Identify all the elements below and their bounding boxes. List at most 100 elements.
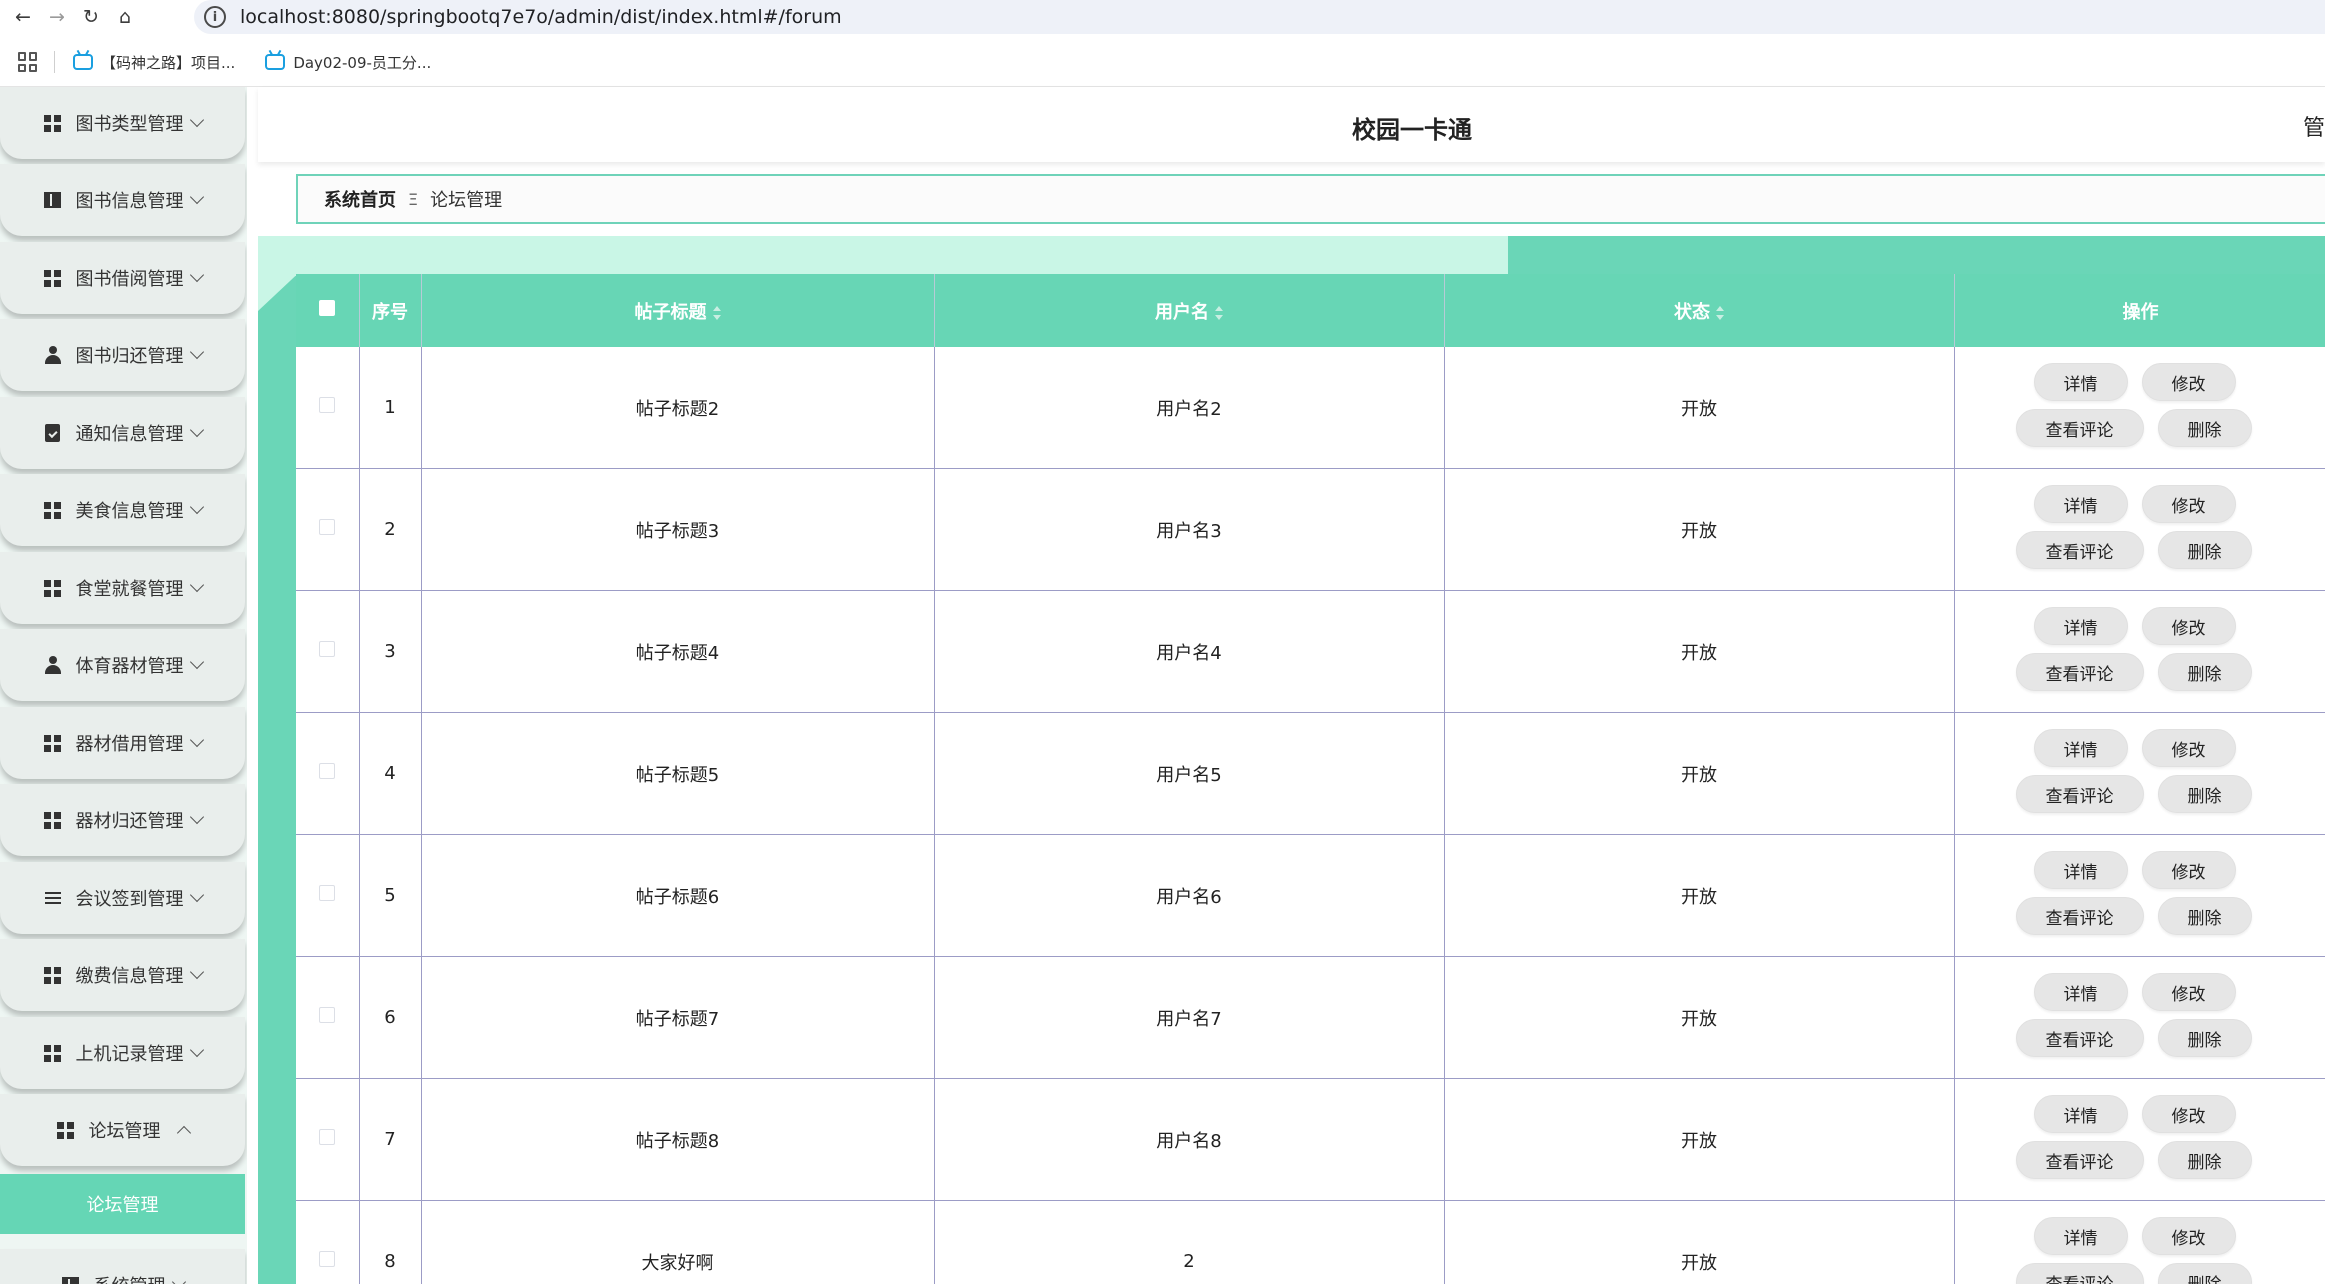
row-select-cell (296, 956, 360, 1079)
view-comments-button[interactable]: 查看评论 (2015, 1263, 2144, 1284)
delete-button[interactable]: 删除 (2157, 531, 2252, 569)
detail-button[interactable]: 详情 (2033, 851, 2128, 889)
user-menu-label[interactable]: 管 (2303, 110, 2325, 142)
sidebar-item-payment[interactable]: 缴费信息管理 (0, 939, 245, 1011)
cell-status: 开放 (1444, 956, 1955, 1079)
site-title: 校园一卡通 (1352, 116, 1472, 144)
sort-icon[interactable] (1716, 305, 1724, 320)
sidebar-item-book-return[interactable]: 图书归还管理 (0, 319, 245, 391)
bookmark-item[interactable]: Day02-09-员工分... (265, 52, 431, 73)
cell-title: 帖子标题7 (421, 956, 935, 1079)
row-checkbox[interactable] (319, 397, 336, 413)
view-comments-button[interactable]: 查看评论 (2015, 775, 2144, 813)
delete-button[interactable]: 删除 (2157, 1019, 2252, 1057)
sidebar-item-book-type[interactable]: 图书类型管理 (0, 87, 245, 159)
sidebar-item-book-info[interactable]: 图书信息管理 (0, 164, 245, 236)
back-icon[interactable]: ← (12, 6, 34, 28)
row-select-cell (296, 468, 360, 591)
view-comments-button[interactable]: 查看评论 (2015, 653, 2144, 691)
sidebar-item-book-borrow[interactable]: 图书借阅管理 (0, 242, 245, 314)
bilibili-icon (265, 54, 286, 70)
forum-table: 序号 帖子标题 用户名 状态 操作 1 帖子标题2 用户名2 开放 详情 修改 查看评论 删除… (296, 274, 2325, 1284)
row-select-cell (296, 712, 360, 835)
sidebar-item-label: 系统管理 (94, 1272, 166, 1284)
edit-button[interactable]: 修改 (2141, 1217, 2236, 1255)
row-checkbox[interactable] (319, 763, 336, 779)
edit-button[interactable]: 修改 (2141, 485, 2236, 523)
delete-button[interactable]: 删除 (2157, 897, 2252, 935)
cell-username: 用户名2 (934, 347, 1445, 469)
view-comments-button[interactable]: 查看评论 (2015, 1141, 2144, 1179)
column-header-title[interactable]: 帖子标题 (421, 274, 935, 347)
apps-grid-icon[interactable] (18, 52, 38, 72)
row-checkbox[interactable] (319, 1007, 336, 1023)
column-header-username[interactable]: 用户名 (934, 274, 1445, 347)
sidebar-item-meeting-signin[interactable]: 会议签到管理 (0, 862, 245, 934)
grid-icon (44, 734, 62, 752)
view-comments-button[interactable]: 查看评论 (2015, 409, 2144, 447)
sort-icon[interactable] (712, 305, 721, 320)
chevron-down-icon (189, 887, 204, 903)
sidebar-subitem-forum[interactable]: 论坛管理 (0, 1174, 245, 1234)
sidebar-item-label: 体育器材管理 (75, 656, 184, 677)
row-select-cell (296, 1078, 360, 1201)
detail-button[interactable]: 详情 (2033, 363, 2128, 401)
edit-button[interactable]: 修改 (2141, 607, 2236, 645)
sidebar-item-canteen[interactable]: 食堂就餐管理 (0, 552, 245, 624)
detail-button[interactable]: 详情 (2033, 729, 2128, 767)
column-header-status[interactable]: 状态 (1444, 274, 1955, 347)
delete-button[interactable]: 删除 (2157, 1141, 2252, 1179)
bookmark-item[interactable]: 【码神之路】项目... (73, 52, 235, 73)
home-icon[interactable]: ⌂ (114, 6, 136, 28)
cell-username: 用户名7 (934, 956, 1445, 1079)
sidebar-item-label: 图书类型管理 (75, 114, 184, 135)
book-icon (62, 1276, 80, 1284)
sort-icon[interactable] (1215, 305, 1223, 320)
sidebar-item-food[interactable]: 美食信息管理 (0, 474, 245, 546)
edit-button[interactable]: 修改 (2141, 1095, 2236, 1133)
row-checkbox[interactable] (319, 1251, 336, 1267)
edit-button[interactable]: 修改 (2141, 973, 2236, 1011)
row-checkbox[interactable] (319, 641, 336, 657)
select-all-checkbox[interactable] (319, 300, 336, 316)
detail-button[interactable]: 详情 (2033, 973, 2128, 1011)
cell-status: 开放 (1444, 834, 1955, 957)
forward-icon[interactable]: → (46, 6, 68, 28)
column-header-ops: 操作 (1954, 274, 2325, 347)
delete-button[interactable]: 删除 (2157, 653, 2252, 691)
sidebar-item-sports-equipment[interactable]: 体育器材管理 (0, 629, 245, 701)
detail-button[interactable]: 详情 (2033, 1095, 2128, 1133)
breadcrumb-home[interactable]: 系统首页 (324, 186, 396, 212)
row-checkbox[interactable] (319, 885, 336, 901)
sidebar-item-computer-record[interactable]: 上机记录管理 (0, 1017, 245, 1089)
edit-button[interactable]: 修改 (2141, 851, 2236, 889)
sidebar-item-equipment-borrow[interactable]: 器材借用管理 (0, 707, 245, 779)
edit-button[interactable]: 修改 (2141, 363, 2236, 401)
detail-button[interactable]: 详情 (2033, 1217, 2128, 1255)
sidebar-item-forum[interactable]: 论坛管理 (0, 1094, 245, 1166)
sidebar-item-label: 器材借用管理 (75, 734, 184, 755)
cell-ops: 详情修改查看评论删除 (1954, 590, 2325, 713)
edit-button[interactable]: 修改 (2141, 729, 2236, 767)
cell-ops: 详情修改查看评论删除 (1954, 956, 2325, 1079)
row-checkbox[interactable] (319, 519, 336, 535)
delete-button[interactable]: 删除 (2157, 775, 2252, 813)
detail-button[interactable]: 详情 (2033, 607, 2128, 645)
cell-index: 1 (359, 347, 422, 469)
chevron-up-icon (176, 1125, 191, 1141)
site-info-icon[interactable]: i (204, 6, 226, 28)
detail-button[interactable]: 详情 (2033, 485, 2128, 523)
view-comments-button[interactable]: 查看评论 (2015, 897, 2144, 935)
sidebar-item-system[interactable]: 系统管理 (0, 1249, 245, 1284)
cell-ops: 详情修改查看评论删除 (1954, 468, 2325, 591)
sidebar-item-equipment-return[interactable]: 器材归还管理 (0, 784, 245, 856)
reload-icon[interactable]: ↻ (80, 6, 102, 28)
view-comments-button[interactable]: 查看评论 (2015, 1019, 2144, 1057)
delete-button[interactable]: 删除 (2157, 409, 2252, 447)
row-checkbox[interactable] (319, 1129, 336, 1145)
grid-icon (44, 114, 62, 132)
sidebar-item-notice[interactable]: 通知信息管理 (0, 397, 245, 469)
address-bar[interactable]: i localhost:8080/springbootq7e7o/admin/d… (194, 0, 2325, 34)
view-comments-button[interactable]: 查看评论 (2015, 531, 2144, 569)
delete-button[interactable]: 删除 (2157, 1263, 2252, 1284)
